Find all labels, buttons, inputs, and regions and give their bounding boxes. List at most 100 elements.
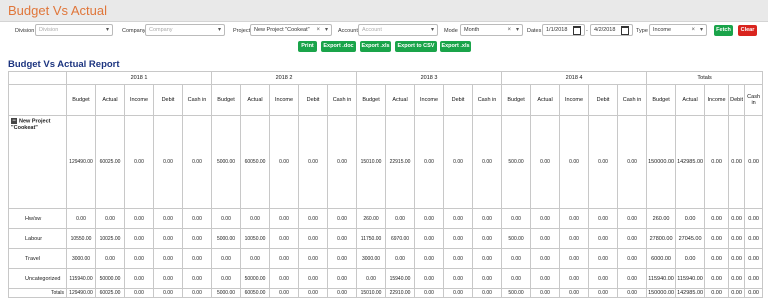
totals-cell: 0.00 [443,288,474,298]
table-cell: 15940.00 [385,268,416,289]
chevron-down-icon: ▾ [699,27,703,33]
table-cell: 0.00 [704,208,730,229]
table-cell: 0.00 [269,248,300,269]
table-row: Uncategorized 115940.00 50000.00 0.00 0.00 0.… [8,268,764,289]
table-cell: 0.00 [327,248,358,269]
type-label: Type [636,28,648,34]
column-header: Income [269,84,300,116]
table-cell: 0.00 [414,248,445,269]
table-cell: 0.00 [414,228,445,249]
chevron-down-icon: ▾ [324,27,328,33]
table-cell: 0.00 [240,248,271,269]
table-cell: 500.00 [501,115,532,209]
table-cell: 115940.00 [675,268,706,289]
category-label: Labour [8,228,67,249]
table-cell: 0.00 [124,228,154,249]
table-cell: 0.00 [559,228,590,249]
division-label: Division [15,28,35,34]
table-cell: 5000.00 [211,115,242,209]
corner-cell [8,84,67,116]
category-label: Uncategorized [8,268,67,289]
account-select[interactable]: Account ▾ [358,24,438,36]
table-cell: 0.00 [298,228,329,249]
table-cell: 0.00 [327,268,358,289]
table-cell: 0.00 [414,268,445,289]
clear-icon[interactable]: × [316,25,320,35]
dates-label: Dates [527,28,542,34]
table-cell: 0.00 [153,115,183,209]
column-header: Debit [728,84,746,116]
print-button[interactable]: Print [298,41,317,52]
table-cell: 0.00 [588,248,619,269]
totals-cell: 0.00 [559,288,590,298]
table-cell: 27045.00 [675,228,706,249]
collapse-icon[interactable]: − [11,118,17,124]
totals-cell: 0.00 [153,288,183,298]
table-cell: 0.00 [588,115,619,209]
table-cell: 0.00 [385,248,416,269]
totals-cell: 0.00 [588,288,619,298]
table-cell: 0.00 [617,208,648,229]
type-select[interactable]: Income × ▾ [649,24,707,36]
table-cell: 0.00 [181,268,213,289]
calendar-icon[interactable] [573,26,581,35]
chevron-down-icon: ▾ [515,27,519,33]
export-xls-button[interactable]: Export .xls [360,41,391,52]
table-cell: 500.00 [501,228,532,249]
totals-cell: 500.00 [501,288,532,298]
table-cell: 50000.00 [95,268,125,289]
clear-button[interactable]: Clear [738,25,757,36]
table-cell: 0.00 [617,248,648,269]
table-cell: 115940.00 [646,268,677,289]
clear-icon[interactable]: × [507,25,511,35]
totals-cell: 15010.00 [356,288,387,298]
table-cell: 0.00 [617,115,648,209]
table-cell: 0.00 [327,208,358,229]
table-cell: 0.00 [153,228,183,249]
table-cell: 27800.00 [646,228,677,249]
fetch-button[interactable]: Fetch [714,25,733,36]
table-cell: 0.00 [728,208,746,229]
project-select[interactable]: New Project "Cookeat" × ▾ [250,24,332,36]
export-csv-button[interactable]: Export to CSV [395,41,437,52]
date-to-input[interactable]: 4/2/2018 [590,24,633,36]
table-cell: 0.00 [124,248,154,269]
totals-cell: 0.00 [472,288,503,298]
clear-icon[interactable]: × [691,25,695,35]
table-cell: 0.00 [95,248,125,269]
table-cell: 0.00 [414,208,445,229]
table-cell: 0.00 [559,115,590,209]
table-cell: 0.00 [443,228,474,249]
table-cell: 6970.00 [385,228,416,249]
date-from-input[interactable]: 1/1/2018 [542,24,585,36]
table-cell: 0.00 [530,208,561,229]
table-cell: 0.00 [704,228,730,249]
table-cell: 0.00 [95,208,125,229]
column-header: Actual [385,84,416,116]
export-doc-button[interactable]: Export .doc [321,41,356,52]
table-cell: 0.00 [559,208,590,229]
table-cell: 0.00 [530,268,561,289]
table-cell: 0.00 [472,208,503,229]
table-row: Travel 3000.00 0.00 0.00 0.00 0.00 0.00 0.00 0.0… [8,248,764,269]
table-cell: 0.00 [501,208,532,229]
table-cell: 0.00 [704,268,730,289]
totals-cell: 0.00 [704,288,730,298]
table-cell: 0.00 [728,268,746,289]
chevron-down-icon: ▾ [105,27,109,33]
calendar-icon[interactable] [621,26,629,35]
table-row: Labour 10550.00 10025.00 0.00 0.00 0.00 5000.0… [8,228,764,249]
table-cell: 0.00 [414,115,445,209]
totals-cell: 0.00 [327,288,358,298]
totals-cell: 150000.00 [646,288,677,298]
export-xls-button-2[interactable]: Export .xls [440,41,471,52]
table-cell: 0.00 [269,268,300,289]
report-table: 2018 1 2018 2 2018 3 2018 4 Totals Budget Act… [8,71,764,298]
totals-cell: 0.00 [298,288,329,298]
totals-cell: 0.00 [124,288,154,298]
totals-row: Totals 129490.00 60025.00 0.00 0.00 0.00 5000.… [8,288,764,298]
mode-select[interactable]: Month × ▾ [460,24,523,36]
table-cell: 10550.00 [66,228,96,249]
division-select[interactable]: Division ▾ [35,24,113,36]
company-select[interactable]: Company ▾ [145,24,225,36]
